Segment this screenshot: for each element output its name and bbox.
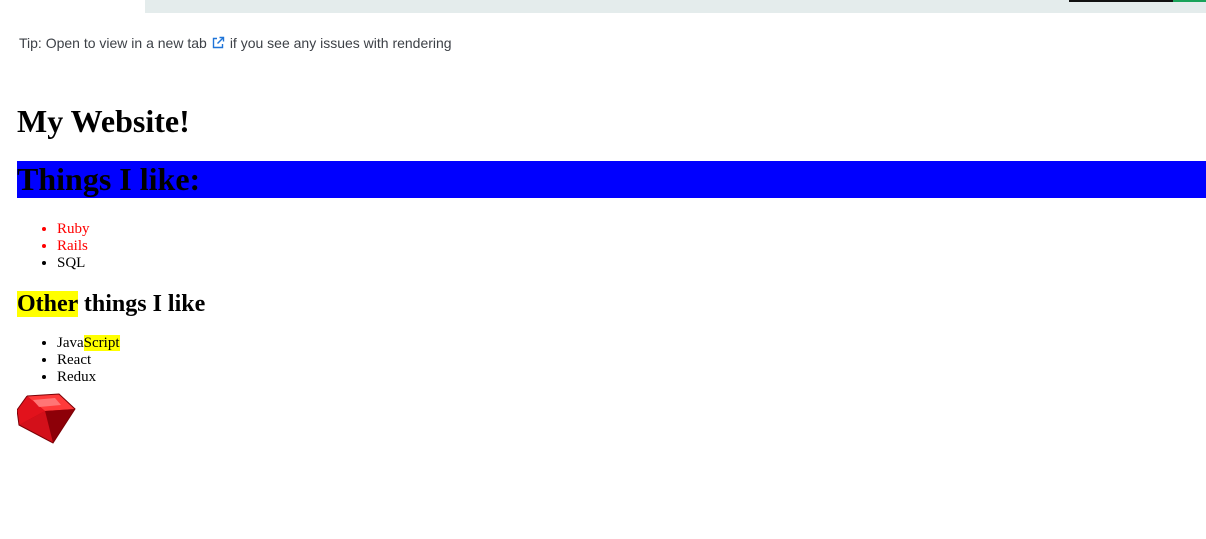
list-item-ruby: Ruby <box>57 221 1206 238</box>
rendered-page: My Website! Things I like: Ruby Rails SQ… <box>17 100 1206 445</box>
other-highlight: Other <box>17 291 78 317</box>
javascript-highlight: Script <box>83 335 120 351</box>
list-item-javascript: JavaScript <box>57 335 1206 352</box>
list-item-sql: SQL <box>57 255 1206 272</box>
tip-line: Tip: Open to view in a new tab if you se… <box>19 35 452 51</box>
top-strip <box>145 0 1206 13</box>
top-strip-dark-segment <box>1069 0 1173 2</box>
things-heading: Things I like: <box>17 161 1206 198</box>
list-item-react: React <box>57 352 1206 369</box>
external-link-icon[interactable] <box>211 36 225 50</box>
ruby-gem-icon <box>17 393 76 444</box>
list-item-redux: Redux <box>57 369 1206 386</box>
page-title: My Website! <box>17 103 190 139</box>
list-item-rails: Rails <box>57 238 1206 255</box>
javascript-prefix: Java <box>57 335 84 351</box>
tip-text-before: Tip: Open to view in a new tab <box>19 35 207 51</box>
other-heading-rest: things I like <box>77 291 206 317</box>
other-things-list: JavaScript React Redux <box>17 335 1206 386</box>
other-things-heading: Other things I like <box>17 289 1206 319</box>
tip-text-after: if you see any issues with rendering <box>229 35 452 51</box>
top-strip-green-segment <box>1173 0 1206 2</box>
things-list: Ruby Rails SQL <box>17 221 1206 272</box>
